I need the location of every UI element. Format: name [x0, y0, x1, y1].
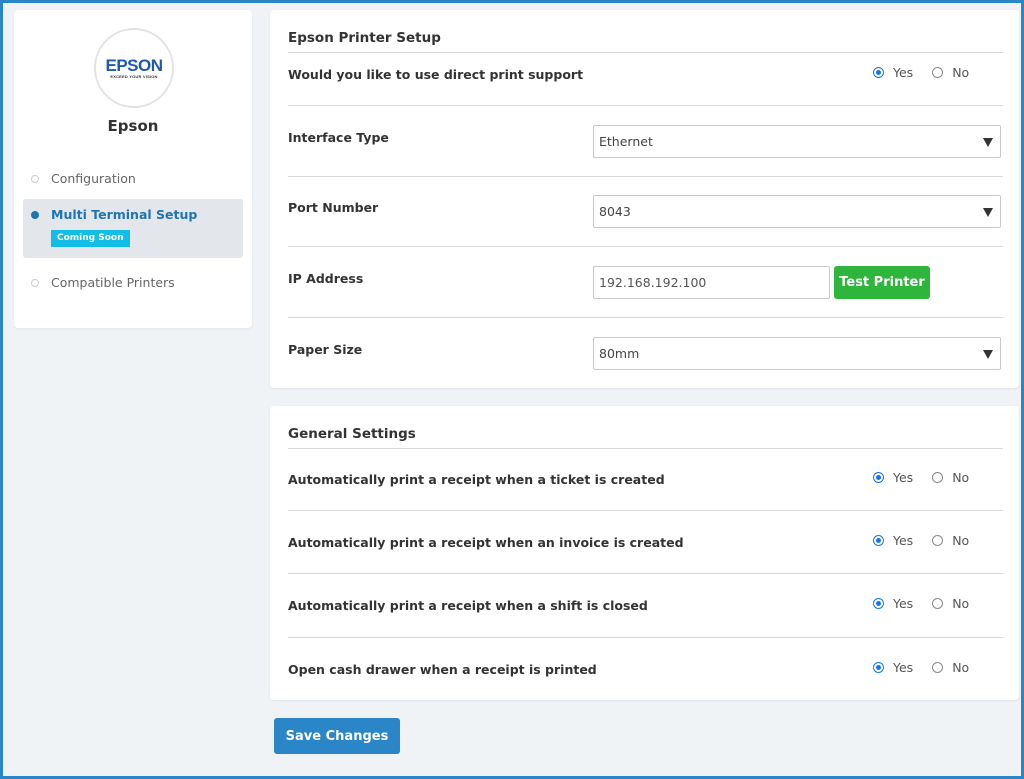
sidebar: EPSON EXCEED YOUR VISION Epson Configura…	[14, 10, 252, 328]
radio-label: No	[952, 660, 970, 675]
radio-label: Yes	[893, 660, 914, 675]
bullet-icon	[31, 175, 39, 183]
bullet-icon	[31, 279, 39, 287]
general-settings-panel: General Settings Automatically print a r…	[270, 406, 1019, 700]
divider	[288, 105, 1003, 106]
divider	[288, 176, 1003, 177]
brand-name: Epson	[107, 117, 159, 135]
radio-checked-icon	[873, 662, 884, 673]
radio-label: Yes	[893, 470, 914, 485]
port-number-label: Port Number	[288, 200, 379, 215]
radio-label: No	[952, 65, 970, 80]
save-changes-button[interactable]: Save Changes	[274, 718, 400, 754]
setting-label: Automatically print a receipt when a tic…	[288, 472, 665, 487]
test-printer-button[interactable]: Test Printer	[834, 266, 930, 299]
coming-soon-badge: Coming Soon	[51, 230, 130, 247]
radio-unchecked-icon	[932, 472, 944, 483]
setting-yes-radio[interactable]: Yes	[873, 533, 913, 548]
divider	[288, 637, 1003, 638]
setting-no-radio[interactable]: No	[932, 660, 969, 675]
epson-logo: EPSON EXCEED YOUR VISION	[94, 28, 174, 108]
radio-unchecked-icon	[932, 535, 944, 546]
ip-address-label: IP Address	[288, 271, 364, 286]
paper-size-select[interactable]: 80mm	[593, 337, 1001, 370]
radio-checked-icon	[873, 472, 884, 483]
direct-print-label: Would you like to use direct print suppo…	[288, 67, 584, 82]
divider	[288, 448, 1003, 449]
setting-yes-radio[interactable]: Yes	[873, 470, 913, 485]
radio-unchecked-icon	[932, 67, 944, 78]
radio-label: No	[952, 533, 970, 548]
dropdown-arrow-icon	[983, 350, 993, 359]
select-value: 80mm	[599, 346, 640, 361]
sidebar-item-label: Multi Terminal Setup	[51, 207, 198, 222]
sidebar-item-label: Compatible Printers	[51, 275, 175, 290]
setting-radio-group: Yes No	[873, 660, 988, 675]
radio-label: Yes	[893, 596, 914, 611]
sidebar-item-configuration[interactable]: Configuration	[23, 163, 243, 195]
radio-checked-icon	[873, 67, 884, 78]
setting-no-radio[interactable]: No	[932, 596, 969, 611]
sidebar-item-label: Configuration	[51, 171, 136, 186]
printer-setup-panel: Epson Printer Setup Would you like to us…	[270, 10, 1019, 388]
input-value: 192.168.192.100	[599, 275, 707, 290]
radio-checked-icon	[873, 598, 884, 609]
sidebar-item-compatible-printers[interactable]: Compatible Printers	[23, 267, 243, 299]
setting-no-radio[interactable]: No	[932, 533, 969, 548]
setting-label: Automatically print a receipt when a shi…	[288, 598, 648, 613]
divider	[288, 510, 1003, 511]
panel-title: General Settings	[288, 426, 416, 442]
app-frame: EPSON EXCEED YOUR VISION Epson Configura…	[3, 3, 1021, 776]
interface-type-select[interactable]: Ethernet	[593, 125, 1001, 158]
logo-tagline: EXCEED YOUR VISION	[110, 73, 158, 79]
radio-label: No	[952, 470, 970, 485]
bullet-icon	[31, 211, 39, 219]
setting-radio-group: Yes No	[873, 470, 988, 485]
direct-print-radio-group: Yes No	[873, 65, 988, 80]
radio-checked-icon	[873, 535, 884, 546]
sidebar-item-multi-terminal-setup[interactable]: Multi Terminal Setup Coming Soon	[23, 199, 243, 258]
radio-unchecked-icon	[932, 662, 944, 673]
radio-label: Yes	[893, 65, 914, 80]
setting-label: Open cash drawer when a receipt is print…	[288, 662, 597, 677]
setting-yes-radio[interactable]: Yes	[873, 596, 913, 611]
setting-yes-radio[interactable]: Yes	[873, 660, 913, 675]
port-number-select[interactable]: 8043	[593, 195, 1001, 228]
select-value: Ethernet	[599, 134, 653, 149]
interface-type-label: Interface Type	[288, 130, 389, 145]
logo-word: EPSON	[105, 55, 163, 75]
select-value: 8043	[599, 204, 631, 219]
divider	[288, 52, 1003, 53]
dropdown-arrow-icon	[983, 138, 993, 147]
dropdown-arrow-icon	[983, 208, 993, 217]
setting-no-radio[interactable]: No	[932, 470, 969, 485]
radio-label: No	[952, 596, 970, 611]
setting-radio-group: Yes No	[873, 533, 988, 548]
divider	[288, 246, 1003, 247]
direct-print-yes-radio[interactable]: Yes	[873, 65, 913, 80]
divider	[288, 573, 1003, 574]
divider	[288, 317, 1003, 318]
direct-print-no-radio[interactable]: No	[932, 65, 969, 80]
setting-label: Automatically print a receipt when an in…	[288, 535, 684, 550]
ip-address-input[interactable]: 192.168.192.100	[593, 266, 830, 299]
paper-size-label: Paper Size	[288, 342, 363, 357]
setting-radio-group: Yes No	[873, 596, 988, 611]
panel-title: Epson Printer Setup	[288, 30, 441, 46]
radio-label: Yes	[893, 533, 914, 548]
radio-unchecked-icon	[932, 598, 944, 609]
